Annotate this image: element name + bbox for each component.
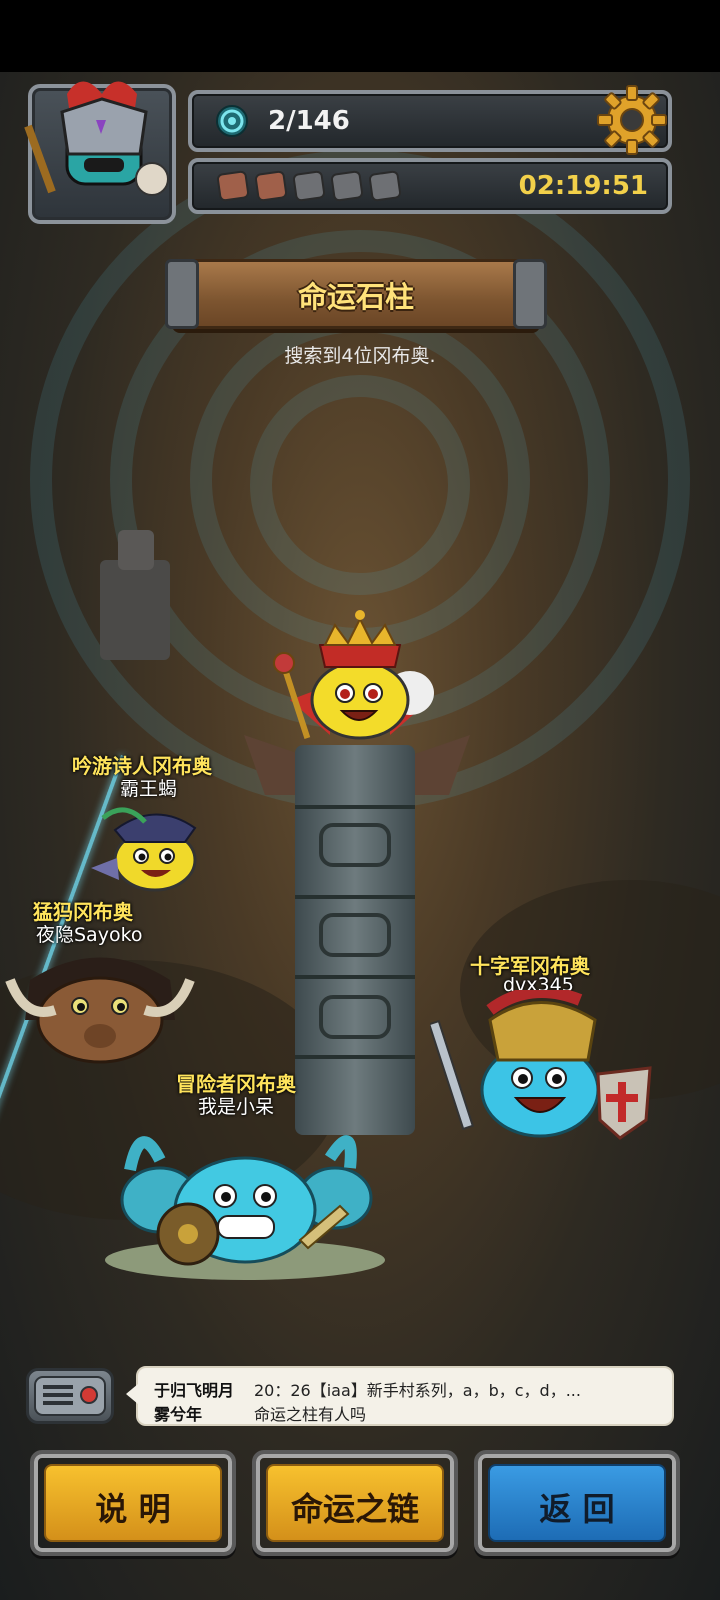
player-avatar[interactable] [24, 81, 176, 224]
swirl-ring [250, 375, 470, 595]
adventurer-gumball[interactable] [100, 1110, 390, 1280]
chat-message: 雾兮年 命运之柱有人吗 [154, 1401, 366, 1425]
radio-icon [34, 1376, 106, 1416]
chat-text: 20：26【iaa】新手村系列，a，b，c，d，... [254, 1381, 581, 1400]
bard-name: 霸王蝎 [120, 778, 178, 800]
knight-avatar-icon [24, 81, 169, 196]
chat-message: 于归飞明月 20：26【iaa】新手村系列，a，b，c，d，... [154, 1377, 581, 1401]
countdown-timer: 02:19:51 [518, 171, 648, 201]
energy-chip-filled [216, 170, 250, 202]
adventurer-gumball-icon [105, 1135, 385, 1280]
energy-chip-empty [330, 170, 364, 202]
king-gumball-icon [273, 610, 434, 740]
back-button-label: 返 回 [539, 1490, 615, 1528]
mammoth-gumball[interactable] [0, 940, 200, 1070]
energy-bar: 02:19:51 [188, 158, 672, 214]
help-button[interactable]: 说 明 [30, 1450, 236, 1556]
fate-chain-button[interactable]: 命运之链 [252, 1450, 458, 1556]
fate-chain-button-label: 命运之链 [290, 1490, 419, 1528]
king-gumball[interactable] [270, 605, 450, 745]
search-result-text: 搜索到4位冈布奥. [284, 345, 436, 367]
chat-user: 雾兮年 [154, 1405, 203, 1424]
energy-chip-empty [292, 170, 326, 202]
bard-gumball[interactable] [85, 800, 215, 900]
explore-count: 2/146 [268, 106, 350, 136]
crusader-gumball-icon [427, 986, 652, 1140]
energy-chip-filled [254, 170, 288, 202]
help-button-label: 说 明 [95, 1490, 171, 1528]
ring-icon [216, 105, 248, 137]
gear-icon[interactable] [594, 82, 670, 158]
chat-button[interactable] [26, 1368, 114, 1424]
page-title: 命运石柱 [297, 280, 414, 314]
back-button[interactable]: 返 回 [474, 1450, 680, 1556]
title-plank: 命运石柱 [165, 259, 547, 329]
bard-gumball-icon [91, 807, 197, 892]
ruined-tower-top [118, 530, 154, 570]
chat-text: 命运之柱有人吗 [254, 1405, 367, 1424]
mammoth-gumball-icon [5, 957, 195, 1064]
game-scene: 2/146 02:19:51 命运石柱 搜索到4位冈布奥. 吟游诗人冈布奥 霸王… [0, 0, 720, 1600]
status-bar-area [0, 0, 720, 72]
chat-user: 于归飞明月 [154, 1381, 235, 1400]
energy-chip-empty [368, 170, 402, 202]
crusader-gumball[interactable] [427, 986, 660, 1150]
fate-pillar[interactable] [295, 745, 415, 1135]
ruined-tower [100, 560, 170, 660]
chat-preview[interactable]: 于归飞明月 20：26【iaa】新手村系列，a，b，c，d，... 雾兮年 命运之柱… [126, 1366, 674, 1426]
